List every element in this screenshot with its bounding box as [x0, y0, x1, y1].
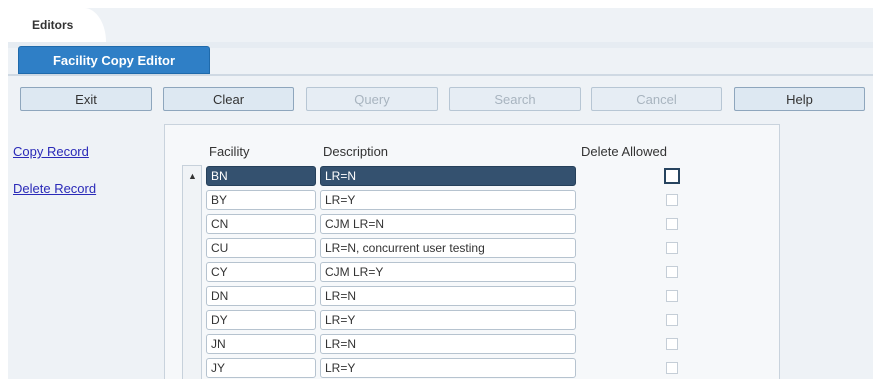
delete-allowed-checkbox[interactable]	[664, 168, 680, 184]
facility-cell[interactable]: BN	[206, 166, 316, 186]
help-button[interactable]: Help	[734, 87, 865, 111]
facility-cell[interactable]: DN	[206, 286, 316, 306]
facility-cell[interactable]: DY	[206, 310, 316, 330]
delete-allowed-checkbox[interactable]	[666, 290, 678, 302]
description-cell[interactable]: CJM LR=Y	[320, 262, 576, 282]
facility-cell[interactable]: CU	[206, 238, 316, 258]
scroll-up-arrow-icon[interactable]: ▲	[188, 172, 197, 181]
delete-allowed-checkbox[interactable]	[666, 314, 678, 326]
description-column-header: Description	[323, 144, 389, 159]
query-button[interactable]: Query	[306, 87, 438, 111]
description-cell[interactable]: LR=Y	[320, 310, 576, 330]
clear-button[interactable]: Clear	[163, 87, 294, 111]
table-scrollbar[interactable]: ▲	[182, 165, 202, 379]
delete-allowed-checkbox[interactable]	[666, 362, 678, 374]
delete-allowed-column-header: Delete Allowed	[581, 144, 667, 159]
facility-cell[interactable]: JN	[206, 334, 316, 354]
facility-cell[interactable]: JY	[206, 358, 316, 378]
delete-allowed-checkbox[interactable]	[666, 266, 678, 278]
exit-button[interactable]: Exit	[20, 87, 152, 111]
delete-record-link[interactable]: Delete Record	[13, 181, 96, 196]
delete-allowed-checkbox[interactable]	[666, 218, 678, 230]
delete-allowed-checkbox[interactable]	[666, 242, 678, 254]
tab-editors[interactable]: Editors	[8, 8, 106, 42]
tab-facility-copy-editor[interactable]: Facility Copy Editor	[18, 46, 210, 74]
copy-record-link[interactable]: Copy Record	[13, 144, 89, 159]
description-cell[interactable]: CJM LR=N	[320, 214, 576, 234]
tab-editors-label: Editors	[32, 18, 74, 32]
description-cell[interactable]: LR=Y	[320, 190, 576, 210]
tab-underline	[8, 74, 873, 76]
description-cell[interactable]: LR=N	[320, 166, 576, 186]
description-cell[interactable]: LR=N	[320, 334, 576, 354]
delete-allowed-checkbox[interactable]	[666, 338, 678, 350]
facility-column-header: Facility	[209, 144, 250, 159]
description-cell[interactable]: LR=Y	[320, 358, 576, 378]
description-cell[interactable]: LR=N	[320, 286, 576, 306]
description-cell[interactable]: LR=N, concurrent user testing	[320, 238, 576, 258]
facility-cell[interactable]: CY	[206, 262, 316, 282]
facility-cell[interactable]: CN	[206, 214, 316, 234]
facility-cell[interactable]: BY	[206, 190, 316, 210]
search-button[interactable]: Search	[449, 87, 581, 111]
delete-allowed-checkbox[interactable]	[666, 194, 678, 206]
cancel-button[interactable]: Cancel	[591, 87, 722, 111]
